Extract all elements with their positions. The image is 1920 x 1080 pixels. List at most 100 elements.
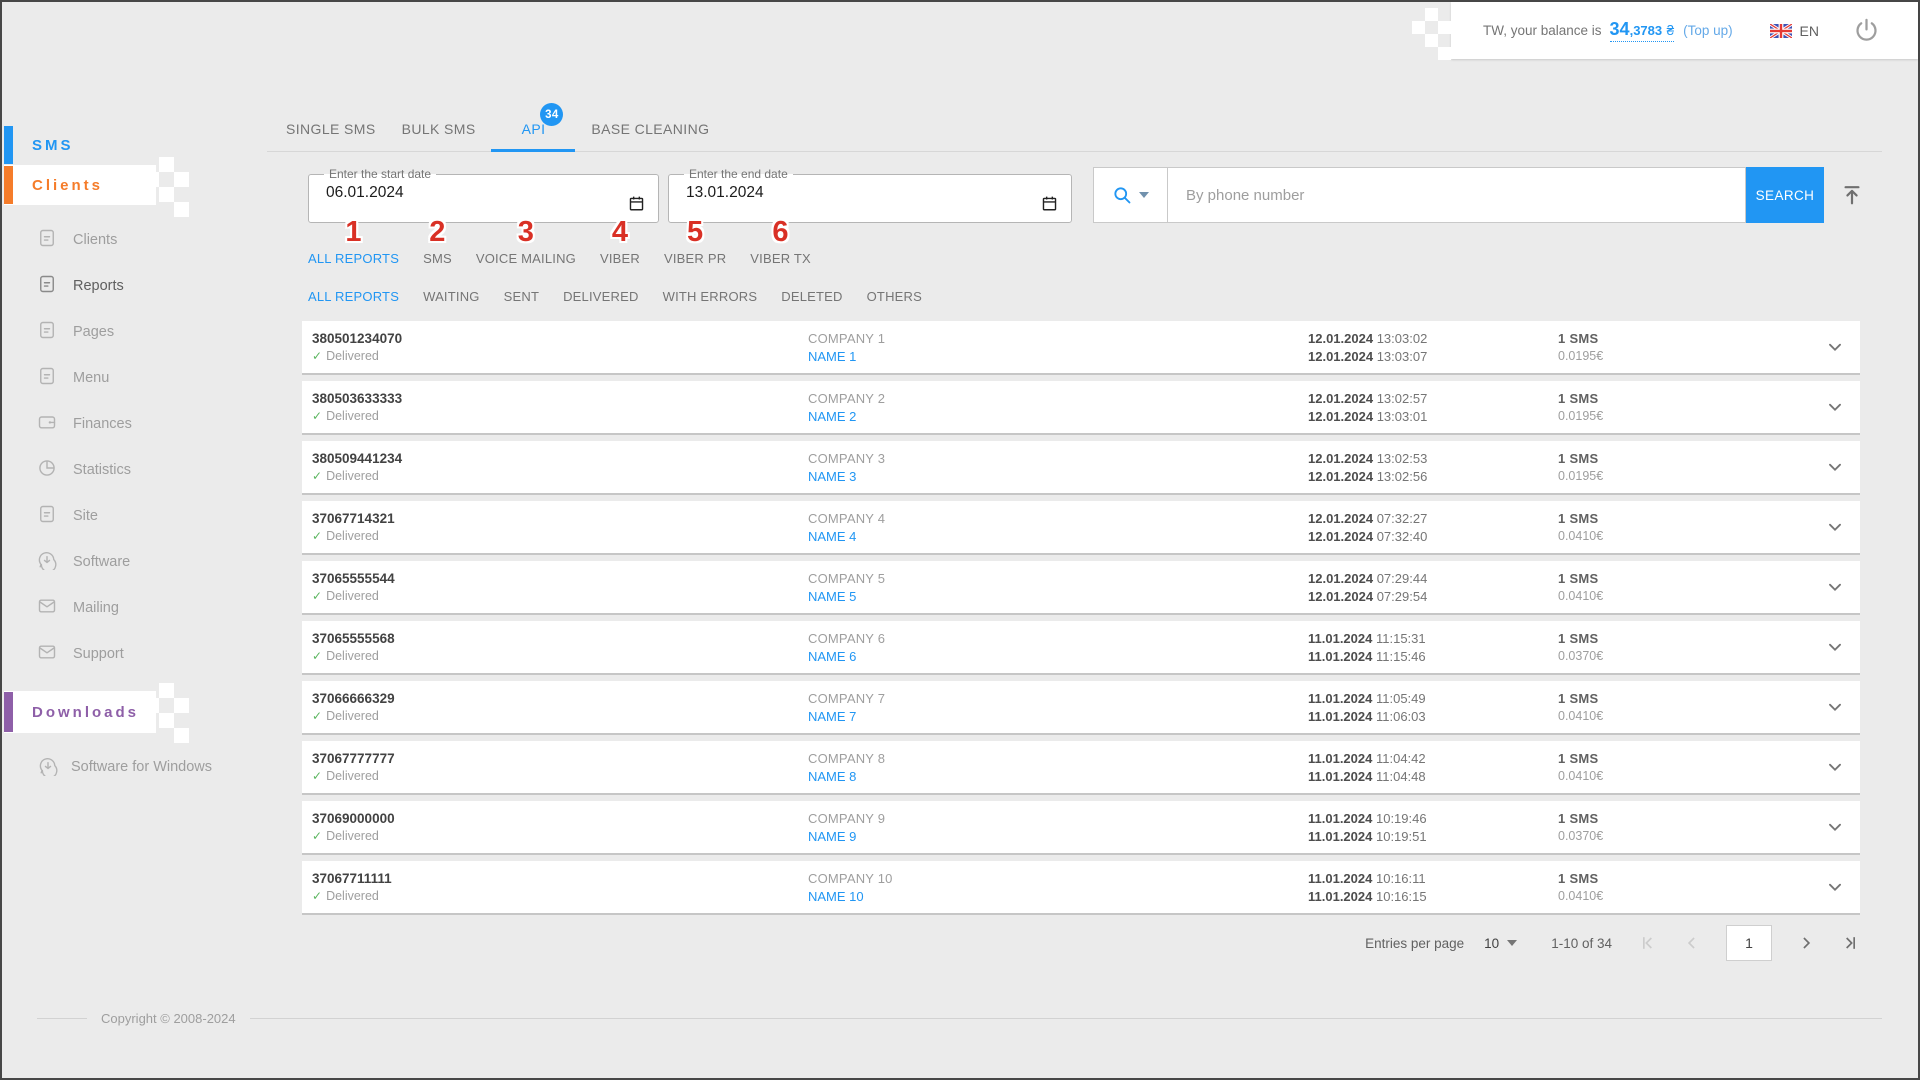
sidebar-item-software-for-windows[interactable]: Software for Windows	[4, 743, 252, 784]
type-filter-sms[interactable]: 2 SMS	[423, 251, 452, 266]
tab-single-sms[interactable]: SINGLE SMS	[285, 106, 377, 151]
type-filter-viber-tx[interactable]: 6 VIBER TX	[750, 251, 811, 266]
sms-cost: 0.0370€	[1558, 648, 1824, 665]
table-row[interactable]: 37065555544 ✓Delivered COMPANY 5 NAME 5 …	[302, 561, 1860, 615]
expand-row-chevron-icon[interactable]	[1824, 696, 1864, 718]
table-row[interactable]: 380501234070 ✓Delivered COMPANY 1 NAME 1…	[302, 321, 1860, 375]
delivered-timestamp: 12.01.2024 13:03:07	[1308, 348, 1558, 365]
delivery-status: ✓Delivered	[312, 768, 808, 785]
expand-row-chevron-icon[interactable]	[1824, 756, 1864, 778]
wallet-icon	[37, 412, 57, 436]
sidebar-section-downloads[interactable]: Downloads	[4, 691, 156, 733]
expand-row-chevron-icon[interactable]	[1824, 336, 1864, 358]
check-icon: ✓	[312, 649, 322, 663]
sender-name-link[interactable]: NAME 3	[808, 468, 1308, 485]
search-input[interactable]	[1168, 168, 1745, 222]
company-name: COMPANY 7	[808, 690, 1308, 707]
table-row[interactable]: 380509441234 ✓Delivered COMPANY 3 NAME 3…	[302, 441, 1860, 495]
power-icon[interactable]	[1853, 17, 1880, 44]
sender-name-link[interactable]: NAME 5	[808, 588, 1308, 605]
sms-cost: 0.0410€	[1558, 888, 1824, 905]
status-filter-with-errors[interactable]: WITH ERRORS	[663, 289, 758, 304]
sidebar-section-sms[interactable]: SMS	[4, 125, 252, 165]
table-row[interactable]: 37066666329 ✓Delivered COMPANY 7 NAME 7 …	[302, 681, 1860, 735]
top-up-link[interactable]: (Top up)	[1683, 23, 1733, 38]
sidebar-item-software[interactable]: Software	[4, 539, 252, 585]
entries-per-page-label: Entries per page	[1365, 936, 1464, 951]
start-date-input[interactable]: Enter the start date 06.01.2024	[308, 167, 659, 223]
sidebar-item-statistics[interactable]: Statistics	[4, 447, 252, 493]
search-type-dropdown[interactable]	[1093, 167, 1167, 223]
pixel-decoration	[144, 157, 190, 213]
type-filter-viber-pr[interactable]: 5 VIBER PR	[664, 251, 726, 266]
sidebar-item-mailing[interactable]: Mailing	[4, 585, 252, 631]
end-date-value: 13.01.2024	[677, 181, 1059, 202]
sender-name-link[interactable]: NAME 8	[808, 768, 1308, 785]
last-page-button[interactable]	[1840, 933, 1860, 953]
sidebar-item-pages[interactable]: Pages	[4, 309, 252, 355]
table-row[interactable]: 37067714321 ✓Delivered COMPANY 4 NAME 4 …	[302, 501, 1860, 555]
tab-base-cleaning[interactable]: BASE CLEANING	[590, 106, 710, 151]
chevron-down-icon	[1507, 940, 1517, 946]
sender-name-link[interactable]: NAME 6	[808, 648, 1308, 665]
balance-label: TW, your balance is	[1483, 23, 1602, 38]
sender-name-link[interactable]: NAME 9	[808, 828, 1308, 845]
sidebar-section-clients[interactable]: Clients	[4, 165, 156, 205]
status-filter-all-reports[interactable]: ALL REPORTS	[308, 289, 399, 304]
tab-api[interactable]: 34 API	[521, 106, 547, 151]
sender-name-link[interactable]: NAME 1	[808, 348, 1308, 365]
status-filter-waiting[interactable]: WAITING	[423, 289, 480, 304]
table-row[interactable]: 37065555568 ✓Delivered COMPANY 6 NAME 6 …	[302, 621, 1860, 675]
sender-name-link[interactable]: NAME 4	[808, 528, 1308, 545]
sms-count: 1 SMS	[1558, 870, 1824, 887]
status-filter-others[interactable]: OTHERS	[867, 289, 922, 304]
expand-row-chevron-icon[interactable]	[1824, 576, 1864, 598]
table-row[interactable]: 37067777777 ✓Delivered COMPANY 8 NAME 8 …	[302, 741, 1860, 795]
expand-row-chevron-icon[interactable]	[1824, 516, 1864, 538]
status-filter-deleted[interactable]: DELETED	[781, 289, 842, 304]
check-icon: ✓	[312, 889, 322, 903]
balance-amount[interactable]: 34,3783 ₴	[1610, 19, 1675, 42]
tab-bulk-sms[interactable]: BULK SMS	[401, 106, 477, 151]
sidebar-item-finances[interactable]: Finances	[4, 401, 252, 447]
sms-count: 1 SMS	[1558, 390, 1824, 407]
table-row[interactable]: 380503633333 ✓Delivered COMPANY 2 NAME 2…	[302, 381, 1860, 435]
status-filter-sent[interactable]: SENT	[504, 289, 539, 304]
first-page-button[interactable]	[1638, 933, 1658, 953]
status-filter-delivered[interactable]: DELIVERED	[563, 289, 639, 304]
expand-row-chevron-icon[interactable]	[1824, 456, 1864, 478]
calendar-icon[interactable]	[1041, 194, 1058, 211]
table-row[interactable]: 37067711111 ✓Delivered COMPANY 10 NAME 1…	[302, 861, 1860, 915]
current-page-input[interactable]: 1	[1726, 925, 1772, 961]
type-filter-viber[interactable]: 4 VIBER	[600, 251, 640, 266]
calendar-icon[interactable]	[628, 194, 645, 211]
sender-name-link[interactable]: NAME 10	[808, 888, 1308, 905]
expand-row-chevron-icon[interactable]	[1824, 876, 1864, 898]
sidebar-item-site[interactable]: Site	[4, 493, 252, 539]
language-selector[interactable]: EN	[1770, 23, 1819, 39]
sent-timestamp: 12.01.2024 07:29:44	[1308, 570, 1558, 587]
delivered-timestamp: 11.01.2024 10:16:15	[1308, 888, 1558, 905]
type-filter-voice-mailing[interactable]: 3 VOICE MAILING	[476, 251, 576, 266]
sender-name-link[interactable]: NAME 2	[808, 408, 1308, 425]
company-name: COMPANY 9	[808, 810, 1308, 827]
search-button[interactable]: SEARCH	[1746, 167, 1824, 223]
expand-row-chevron-icon[interactable]	[1824, 396, 1864, 418]
page-size-select[interactable]: 10	[1484, 936, 1517, 951]
sidebar-item-menu[interactable]: Menu	[4, 355, 252, 401]
table-row[interactable]: 37069000000 ✓Delivered COMPANY 9 NAME 9 …	[302, 801, 1860, 855]
end-date-input[interactable]: Enter the end date 13.01.2024	[668, 167, 1072, 223]
sms-count: 1 SMS	[1558, 810, 1824, 827]
sidebar-item-support[interactable]: Support	[4, 631, 252, 677]
next-page-button[interactable]	[1796, 933, 1816, 953]
delivery-status: ✓Delivered	[312, 888, 808, 905]
sidebar-item-reports[interactable]: Reports	[4, 263, 252, 309]
sidebar-item-clients[interactable]: Clients	[4, 217, 252, 263]
type-filter-all-reports[interactable]: 1 ALL REPORTS	[308, 251, 399, 266]
upload-icon[interactable]	[1841, 184, 1863, 206]
expand-row-chevron-icon[interactable]	[1824, 816, 1864, 838]
pagination: Entries per page 10 1-10 of 34 1	[302, 921, 1860, 965]
sender-name-link[interactable]: NAME 7	[808, 708, 1308, 725]
previous-page-button[interactable]	[1682, 933, 1702, 953]
expand-row-chevron-icon[interactable]	[1824, 636, 1864, 658]
